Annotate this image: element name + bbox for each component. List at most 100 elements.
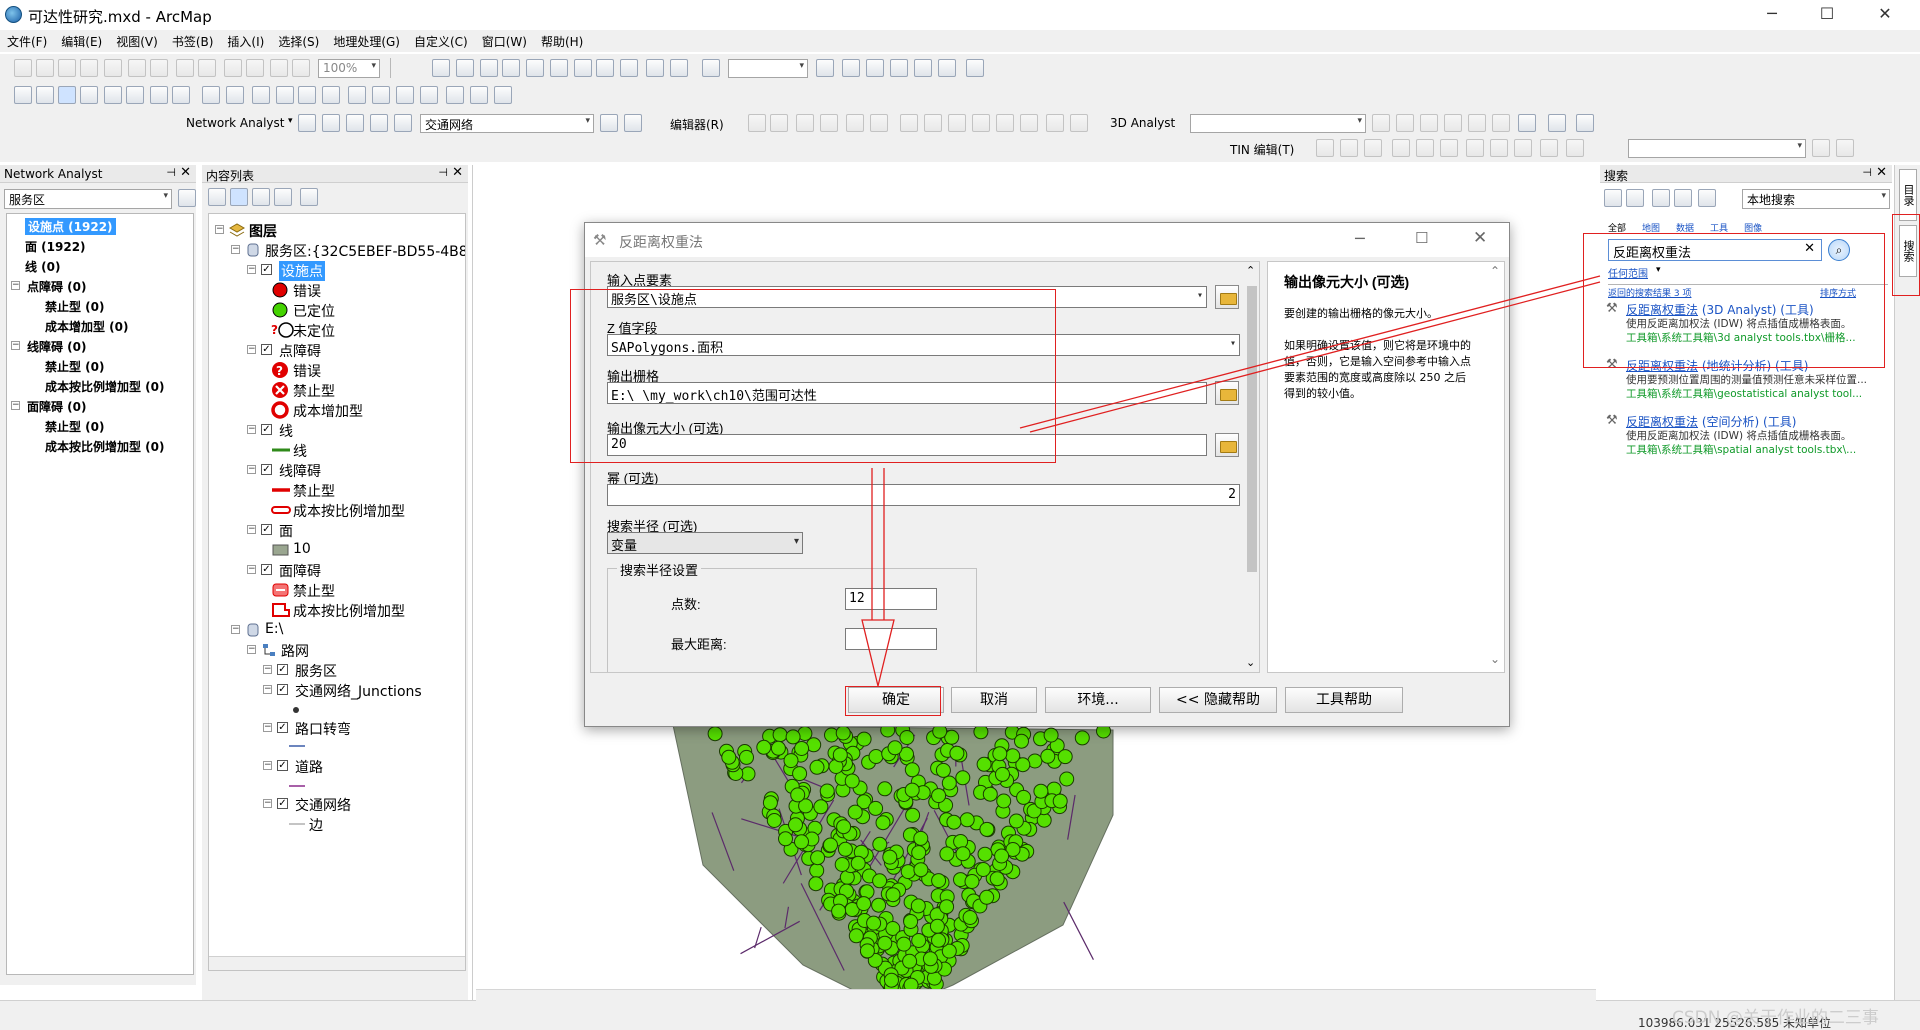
facility-point[interactable]: [911, 933, 927, 948]
find-route-icon[interactable]: [396, 86, 414, 104]
go-back-extent-icon[interactable]: [176, 59, 194, 77]
pan-layout-icon[interactable]: [58, 59, 76, 77]
menu-select[interactable]: 选择(S): [271, 30, 326, 53]
facility-point[interactable]: [953, 834, 969, 849]
menu-help[interactable]: 帮助(H): [534, 30, 590, 53]
facility-point[interactable]: [756, 739, 772, 755]
python-window-icon[interactable]: [938, 59, 956, 77]
clear-selection-icon[interactable]: [226, 86, 244, 104]
na-class-item[interactable]: 面 (1922): [25, 238, 86, 255]
facility-point[interactable]: [819, 783, 835, 799]
facility-point[interactable]: [903, 914, 919, 929]
data-driven-pages-icon[interactable]: [292, 59, 310, 77]
pan-icon[interactable]: [58, 86, 76, 104]
facility-point[interactable]: [899, 730, 915, 745]
tree-toggle[interactable]: −: [231, 245, 240, 254]
build-network-icon[interactable]: [600, 114, 618, 132]
create-contour-icon[interactable]: [1372, 114, 1390, 132]
facility-point[interactable]: [913, 830, 929, 846]
facility-point[interactable]: [794, 834, 809, 850]
identify-icon[interactable]: [276, 86, 294, 104]
facility-point[interactable]: [911, 845, 927, 861]
facility-point[interactable]: [882, 849, 898, 865]
facility-point[interactable]: [766, 813, 782, 828]
scroll-down-icon[interactable]: ⌄: [1246, 656, 1255, 669]
facility-point[interactable]: [887, 740, 903, 756]
fixed-zoom-in-icon[interactable]: [128, 59, 146, 77]
minimize-button[interactable]: ─: [1757, 4, 1787, 23]
solve-icon[interactable]: [370, 114, 388, 132]
layer-name[interactable]: 服务区: [295, 661, 337, 681]
browse-output-folder-icon[interactable]: [1215, 381, 1239, 405]
facility-point[interactable]: [794, 741, 810, 756]
facility-point[interactable]: [1014, 733, 1029, 749]
layer-name[interactable]: 交通网络_Junctions: [295, 681, 422, 701]
menu-bookmarks[interactable]: 书签(B): [165, 30, 221, 53]
close-icon[interactable]: ✕: [452, 165, 463, 180]
rotate-icon[interactable]: [996, 114, 1014, 132]
line-of-sight-icon[interactable]: [1420, 114, 1438, 132]
menu-window[interactable]: 窗口(W): [475, 30, 534, 53]
redo-icon[interactable]: [670, 59, 688, 77]
tree-toggle[interactable]: −: [11, 401, 20, 410]
edit-tool-icon[interactable]: [748, 114, 766, 132]
select-move-location-icon[interactable]: [346, 114, 364, 132]
table-of-contents-icon[interactable]: [842, 59, 860, 77]
layer-name[interactable]: 图层: [249, 221, 277, 241]
facility-point[interactable]: [778, 831, 793, 847]
facility-point[interactable]: [996, 793, 1012, 809]
search-window-icon[interactable]: [890, 59, 908, 77]
delete-tin-edge-icon[interactable]: [1416, 139, 1434, 157]
na-class-item[interactable]: 禁止型 (0): [45, 298, 105, 315]
profile-graph-icon[interactable]: [1518, 114, 1536, 132]
menu-view[interactable]: 视图(V): [109, 30, 165, 53]
print-icon[interactable]: [526, 59, 544, 77]
facility-point[interactable]: [1040, 748, 1056, 764]
attributes-icon[interactable]: [1020, 114, 1038, 132]
dialog-minimize-button[interactable]: ─: [1355, 229, 1365, 248]
facility-point[interactable]: [931, 873, 947, 889]
na-class-item[interactable]: 禁止型 (0): [45, 358, 105, 375]
layer-visibility-checkbox[interactable]: ✓: [277, 684, 288, 695]
fixed-zoom-in-map-icon[interactable]: [104, 86, 122, 104]
split-icon[interactable]: [972, 114, 990, 132]
catalog-window-icon[interactable]: [866, 59, 884, 77]
layer-visibility-checkbox[interactable]: ✓: [261, 344, 272, 355]
facility-point[interactable]: [955, 770, 971, 786]
facility-point[interactable]: [856, 731, 872, 747]
network-identify-icon[interactable]: [624, 114, 642, 132]
tree-toggle[interactable]: −: [231, 625, 240, 634]
layer-name[interactable]: E:\: [265, 621, 283, 637]
back-icon[interactable]: [1604, 189, 1622, 207]
facility-point[interactable]: [788, 817, 803, 833]
facility-point[interactable]: [721, 749, 737, 765]
facility-point[interactable]: [896, 936, 912, 952]
layer-name[interactable]: 路网: [281, 641, 309, 661]
layer-name[interactable]: 设施点: [279, 261, 325, 281]
zoom-in-icon[interactable]: [14, 86, 32, 104]
facility-point[interactable]: [962, 910, 978, 925]
layer-name[interactable]: 线: [279, 421, 293, 441]
undo-icon[interactable]: [646, 59, 664, 77]
fixed-zoom-out-map-icon[interactable]: [126, 86, 144, 104]
menu-geoprocessing[interactable]: 地理处理(G): [326, 30, 407, 53]
facility-point[interactable]: [1057, 749, 1073, 765]
facility-point[interactable]: [975, 862, 991, 877]
facility-point[interactable]: [859, 943, 875, 959]
facility-point[interactable]: [872, 836, 888, 852]
help-scroll-up-icon[interactable]: ⌃: [1490, 264, 1500, 278]
facility-point[interactable]: [837, 841, 853, 857]
facility-point[interactable]: [836, 819, 852, 835]
tree-toggle[interactable]: −: [247, 525, 256, 534]
facility-point[interactable]: [813, 799, 829, 815]
facility-point[interactable]: [790, 787, 806, 803]
edit-annotation-icon[interactable]: [770, 114, 788, 132]
create-features-icon[interactable]: [1070, 114, 1088, 132]
tree-toggle[interactable]: −: [263, 685, 272, 694]
scrollbar-thumb[interactable]: [1247, 286, 1257, 572]
layer-name[interactable]: 面: [279, 521, 293, 541]
zoom-in-layout-icon[interactable]: [14, 59, 32, 77]
cut-polygons-icon[interactable]: [948, 114, 966, 132]
focus-data-frame-icon[interactable]: [246, 59, 264, 77]
facility-point[interactable]: [872, 873, 888, 889]
